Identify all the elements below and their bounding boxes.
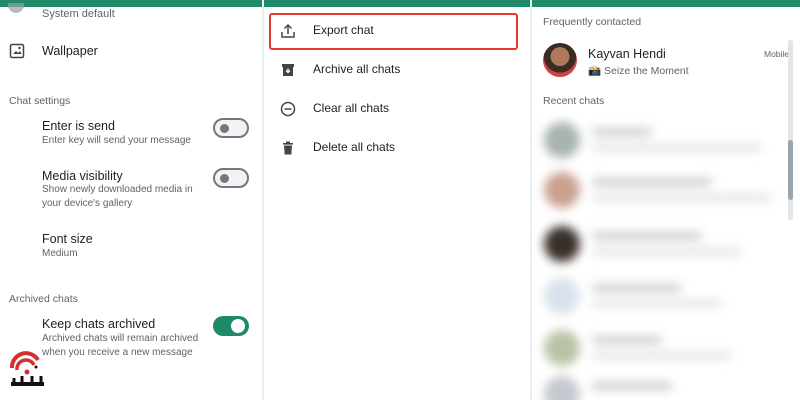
chat-settings-header: Chat settings <box>9 95 71 107</box>
font-size-title: Font size <box>42 232 93 246</box>
theme-value: System default <box>42 8 115 20</box>
keep-archived-toggle[interactable] <box>213 316 249 336</box>
chat-settings-panel: System default Wallpaper Chat settings E… <box>0 0 262 400</box>
chats-menu-panel: Export chat Archive all chats Clear all … <box>264 0 530 400</box>
media-visibility-title: Media visibility <box>42 169 123 183</box>
contact-name: Kayvan Hendi <box>588 47 666 61</box>
clear-all-chats-item[interactable]: Clear all chats <box>264 90 530 128</box>
archive-icon <box>282 64 294 76</box>
list-item[interactable] <box>540 372 790 400</box>
keep-archived-subtitle: Archived chats will remain archived when… <box>42 333 199 358</box>
recent-chats-header: Recent chats <box>543 95 605 107</box>
highlight-box <box>269 13 518 50</box>
media-visibility-toggle[interactable] <box>213 168 249 188</box>
theme-icon <box>8 3 24 13</box>
trash-icon <box>283 141 293 155</box>
contact-phone-type: Mobile <box>764 49 790 59</box>
list-item[interactable] <box>540 326 790 372</box>
delete-all-chats-label: Delete all chats <box>313 140 396 154</box>
archive-all-chats-item[interactable]: Archive all chats <box>264 51 530 89</box>
frequently-contacted-header: Frequently contacted <box>543 16 642 28</box>
enter-is-send-title: Enter is send <box>42 119 115 133</box>
keep-archived-title: Keep chats archived <box>42 317 156 331</box>
list-item[interactable] <box>540 222 790 268</box>
list-item[interactable] <box>540 118 790 164</box>
archive-all-chats-label: Archive all chats <box>313 62 401 76</box>
media-visibility-subtitle: Show newly downloaded media in your devi… <box>42 184 193 209</box>
scrollbar[interactable] <box>788 40 793 220</box>
clear-all-chats-label: Clear all chats <box>313 101 390 115</box>
font-size-value: Medium <box>42 248 78 259</box>
enter-is-send-subtitle: Enter key will send your message <box>42 135 191 146</box>
archived-chats-header: Archived chats <box>9 293 78 305</box>
watermark-logo-icon <box>10 351 44 386</box>
delete-all-chats-item[interactable]: Delete all chats <box>264 129 530 167</box>
contact-status: 📸 Seize the Moment <box>588 65 689 77</box>
list-item[interactable] <box>540 168 790 214</box>
select-contact-panel: Frequently contacted Kayvan Hendi 📸 Seiz… <box>532 0 800 400</box>
list-item[interactable] <box>540 274 790 320</box>
enter-is-send-toggle[interactable] <box>213 118 249 138</box>
minus-circle-icon <box>280 101 296 117</box>
wallpaper-icon <box>9 43 25 59</box>
wallpaper-label: Wallpaper <box>42 44 98 58</box>
avatar <box>543 43 577 77</box>
